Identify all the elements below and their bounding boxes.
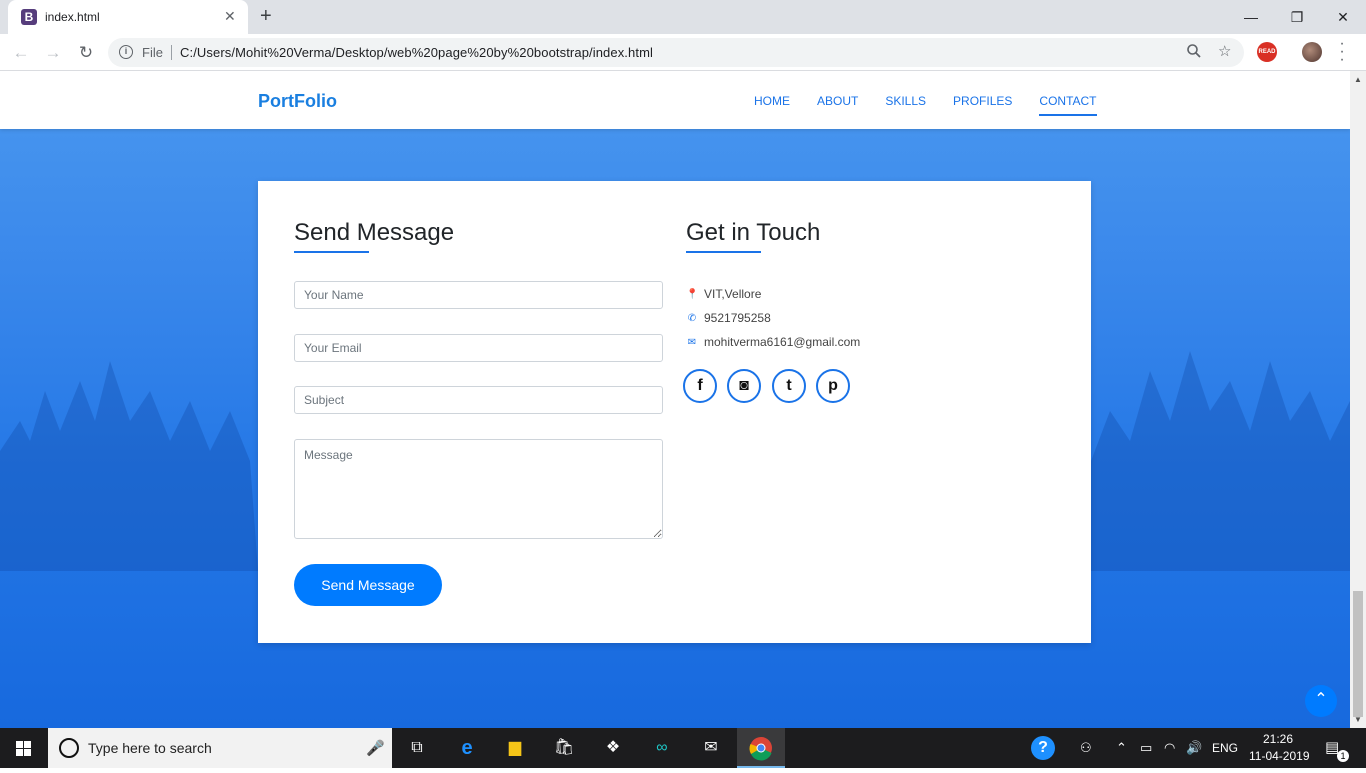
new-tab-button[interactable]: + <box>260 5 272 28</box>
get-in-touch-underline <box>686 251 761 253</box>
microphone-icon[interactable]: 🎤 <box>366 739 385 757</box>
chrome-taskbar-active[interactable] <box>737 728 785 768</box>
subject-input[interactable] <box>294 386 663 414</box>
file-explorer-icon[interactable]: ▆ <box>503 736 527 760</box>
info-icon[interactable]: i <box>119 45 133 59</box>
profile-avatar[interactable] <box>1302 42 1322 62</box>
brand-logo[interactable]: PortFolio <box>258 91 337 112</box>
close-window-button[interactable]: ✕ <box>1320 4 1366 30</box>
show-hidden-icons-chevron-icon[interactable]: ⌃ <box>1116 740 1127 756</box>
taskbar-search-box[interactable]: Type here to search 🎤 <box>48 728 392 768</box>
page-viewport: PortFolio HOME ABOUT SKILLS PROFILES CON… <box>0 71 1366 728</box>
edge-icon[interactable]: e <box>455 736 479 760</box>
arduino-icon[interactable]: ∞ <box>650 736 674 760</box>
language-indicator[interactable]: ENG <box>1212 741 1238 755</box>
page-scrollbar[interactable]: ▲ ▼ <box>1350 71 1366 728</box>
clock-date[interactable]: 11-04-2019 <box>1249 749 1310 763</box>
contact-card: Send Message Send Message Get in Touch 📍… <box>258 181 1091 643</box>
facebook-icon[interactable]: f <box>683 369 717 403</box>
scroll-thumb[interactable] <box>1353 591 1363 717</box>
phone-text: 9521795258 <box>704 311 771 325</box>
browser-toolbar: ← → ↻ i File C:/Users/Mohit%20Verma/Desk… <box>0 34 1366 71</box>
chrome-menu-icon[interactable]: · · · <box>1336 36 1348 68</box>
tab-close-icon[interactable]: ✕ <box>224 8 236 25</box>
chrome-icon <box>749 737 772 761</box>
minimize-button[interactable]: — <box>1228 4 1274 30</box>
scroll-down-arrow-icon[interactable]: ▼ <box>1354 715 1362 724</box>
wifi-icon[interactable]: ◠ <box>1164 740 1175 756</box>
url-text[interactable]: C:/Users/Mohit%20Verma/Desktop/web%20pag… <box>180 45 653 60</box>
nav-profiles[interactable]: PROFILES <box>953 94 1012 108</box>
nav-links: HOME ABOUT SKILLS PROFILES CONTACT <box>754 94 1124 116</box>
reload-icon[interactable]: ↻ <box>74 41 98 65</box>
address-bar[interactable]: i File C:/Users/Mohit%20Verma/Desktop/we… <box>108 38 1244 67</box>
nav-contact[interactable]: CONTACT <box>1039 94 1097 116</box>
file-label: File <box>142 45 163 60</box>
task-view-icon[interactable]: ⧉ <box>405 736 429 760</box>
bookmark-star-icon[interactable]: ☆ <box>1218 42 1231 60</box>
phone-icon: ✆ <box>687 312 697 324</box>
send-message-title: Send Message <box>294 219 455 246</box>
windows-logo-icon <box>16 741 31 756</box>
tab-title: index.html <box>45 10 100 24</box>
cortana-icon <box>59 738 79 758</box>
scroll-up-arrow-icon[interactable]: ▲ <box>1354 75 1362 84</box>
start-button[interactable] <box>0 728 48 768</box>
email-input[interactable] <box>294 334 663 362</box>
bootstrap-favicon-icon: B <box>21 9 37 25</box>
clock-time[interactable]: 21:26 <box>1263 732 1293 746</box>
zoom-icon[interactable] <box>1186 43 1202 63</box>
get-in-touch-title: Get in Touch <box>686 219 821 246</box>
location-text: VIT,Vellore <box>704 287 762 301</box>
store-icon[interactable]: 🛍 <box>552 736 576 760</box>
instagram-icon[interactable]: ◙ <box>727 369 761 403</box>
twitter-icon[interactable]: t <box>772 369 806 403</box>
battery-icon[interactable]: ▭ <box>1140 740 1152 756</box>
people-icon[interactable]: ⚇ <box>1080 740 1092 756</box>
notification-count-badge: 1 <box>1337 750 1349 762</box>
email-text: mohitverma6161@gmail.com <box>704 335 861 349</box>
send-message-underline <box>294 251 369 253</box>
contact-email: ✉ mohitverma6161@gmail.com <box>686 335 860 349</box>
dropbox-icon[interactable]: ❖ <box>601 736 625 760</box>
envelope-icon: ✉ <box>687 336 697 348</box>
address-separator <box>171 45 172 60</box>
back-to-top-button[interactable]: ⌃ <box>1305 685 1337 717</box>
taskbar-search-text: Type here to search <box>88 740 212 756</box>
send-message-button[interactable]: Send Message <box>294 564 442 606</box>
restore-button[interactable]: ❐ <box>1274 4 1320 30</box>
browser-tab[interactable]: B index.html ✕ <box>8 0 248 34</box>
map-marker-icon: 📍 <box>686 288 699 300</box>
nav-about[interactable]: ABOUT <box>817 94 858 108</box>
nav-home[interactable]: HOME <box>754 94 790 108</box>
help-icon[interactable]: ? <box>1031 736 1055 760</box>
windows-taskbar: Type here to search 🎤 ⧉ e ▆ 🛍 ❖ ∞ ✉ ? ⚇ … <box>0 728 1366 768</box>
read-extension-icon[interactable]: READ <box>1257 42 1277 62</box>
contact-location: 📍 VIT,Vellore <box>686 287 761 301</box>
contact-phone: ✆ 9521795258 <box>686 311 771 325</box>
name-input[interactable] <box>294 281 663 309</box>
mail-icon[interactable]: ✉ <box>699 736 723 760</box>
back-arrow-icon[interactable]: ← <box>9 41 33 65</box>
message-textarea[interactable] <box>294 439 663 539</box>
volume-icon[interactable]: 🔊 <box>1186 740 1202 756</box>
site-navbar: PortFolio HOME ABOUT SKILLS PROFILES CON… <box>0 71 1350 129</box>
nav-skills[interactable]: SKILLS <box>885 94 926 108</box>
pinterest-icon[interactable]: p <box>816 369 850 403</box>
browser-tab-bar: B index.html ✕ + — ❐ ✕ <box>0 0 1366 34</box>
forward-arrow-icon[interactable]: → <box>41 41 65 65</box>
